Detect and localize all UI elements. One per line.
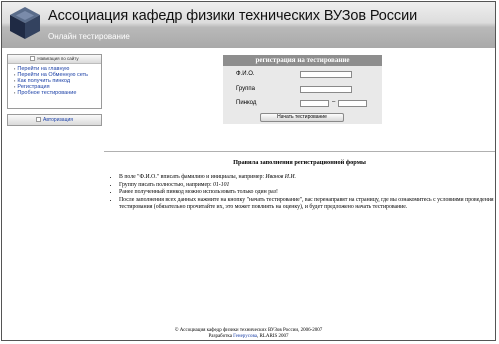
rule-example: 01-101 — [213, 181, 230, 188]
rule-text: Ранее полученный пинкод можно использова… — [119, 189, 278, 196]
navigation-icon — [30, 56, 36, 62]
fio-label: Ф.И.О. — [236, 71, 255, 77]
rule-item: Ранее полученный пинкод можно использова… — [119, 189, 495, 197]
navigation-panel: Навигация по сайту Перейти на главную Пе… — [7, 54, 102, 109]
pincode-input-part1[interactable] — [300, 100, 329, 107]
rule-example: Иванов И.И. — [265, 174, 296, 180]
navigation-title: Навигация по сайту — [37, 56, 79, 61]
authorization-panel[interactable]: Авторизация — [7, 114, 102, 126]
footer-developer: Разработка Генерусова, RLARIS 2007 — [2, 334, 495, 340]
page-frame: Ассоциация кафедр физики технических ВУЗ… — [1, 1, 496, 341]
rule-text: После заполнения всех данных нажмите на … — [119, 196, 494, 211]
footer-dev-suffix: , RLARIS 2007 — [256, 334, 289, 339]
group-input[interactable] — [300, 86, 352, 93]
registration-form: регистрация на тестирование Ф.И.О. Групп… — [223, 55, 382, 124]
navigation-list: Перейти на главную Перейти на Обменную с… — [8, 66, 101, 96]
rule-item: После заполнения всех данных нажмите на … — [119, 196, 495, 212]
pincode-label: Пинкод — [236, 100, 257, 106]
content-divider — [104, 151, 495, 152]
start-test-button[interactable]: Начать тестирование — [260, 113, 344, 122]
rule-item: В поле "Ф.И.О." вписать фамилию и инициа… — [119, 174, 495, 182]
site-title: Ассоциация кафедр физики технических ВУЗ… — [48, 8, 418, 24]
rules-heading: Правила заполнения регистрационной формы — [233, 159, 366, 166]
rule-text: Группу писать полностью, например: — [119, 181, 213, 188]
key-icon — [36, 117, 42, 123]
registration-title: регистрация на тестирование — [223, 55, 382, 66]
authorization-header[interactable]: Авторизация — [8, 115, 101, 125]
pincode-input-part2[interactable] — [338, 100, 367, 107]
footer-dev-prefix: Разработка — [208, 334, 234, 339]
group-label: Группа — [236, 86, 256, 92]
pincode-separator: – — [332, 99, 336, 105]
rules-list: В поле "Ф.И.О." вписать фамилию и инициа… — [112, 174, 495, 212]
site-subtitle: Онлайн тестирование — [48, 32, 130, 41]
site-header: Ассоциация кафедр физики технических ВУЗ… — [2, 2, 495, 48]
footer-dev-link[interactable]: Генерусова — [233, 334, 257, 339]
nav-item-trial-test[interactable]: Пробное тестирование — [14, 90, 101, 96]
rule-text: В поле "Ф.И.О." вписать фамилию и инициа… — [119, 174, 266, 180]
navigation-panel-header: Навигация по сайту — [8, 55, 101, 64]
footer: © Ассоциация кафедр физики технических В… — [2, 328, 495, 340]
authorization-link[interactable]: Авторизация — [43, 117, 73, 123]
logo-icon — [10, 7, 40, 39]
fio-input[interactable] — [300, 71, 352, 78]
